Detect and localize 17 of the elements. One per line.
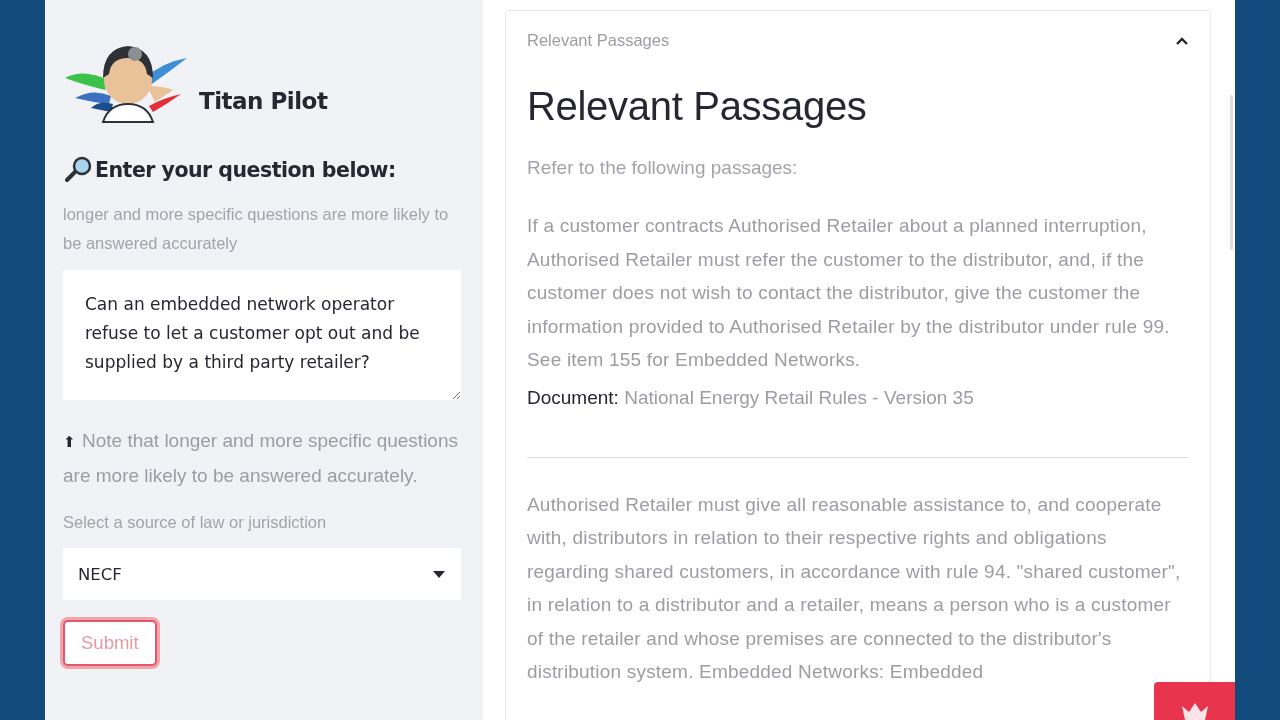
- passage-text: Authorised Retailer must give all reasonable assistance to, and cooperate with, distributors in relation to their respective rights and obligations regarding shared customers, in accordance with rule 94. "shared customer", in relation to a distributor and a retailer, means a person who is a customer of the retailer and whose premises are connected to the distributor's distribution system. Embedded Networks: Embedded: [527, 492, 1182, 684]
- intro-text: Refer to the following passages:: [527, 157, 799, 179]
- magnifier-icon: [63, 156, 93, 184]
- chevron-icon: [1175, 36, 1189, 45]
- source-select[interactable]: NECF: [63, 548, 461, 600]
- caret-icon: [433, 570, 445, 578]
- hint-text: longer and more specific questions are more likely to be answered accurately: [63, 204, 450, 254]
- app-badge[interactable]: [1154, 682, 1235, 720]
- source-label: Select a source of law or jurisdiction: [63, 513, 328, 532]
- passages-title: Relevant Passages: [527, 84, 868, 129]
- document-reference: Document: National Energy Retail Rules - Version 35: [527, 386, 975, 409]
- app-title: Titan Pilot: [199, 88, 328, 114]
- crown-icon: [1179, 702, 1210, 720]
- section-heading: Enter your question below:: [95, 158, 396, 182]
- question-field[interactable]: Can an embedded network operator refuse to let a customer opt out and be supplied by a third party retailer?: [63, 270, 461, 400]
- passage-text: If a customer contracts Authorised Retailer about a planned interruption, Authorised Retailer must refer the customer to the distributor, and, if the customer does not wish to contact the distributor, give the customer the information provided to Authorised Retailer by the distributor under rule 99. See item 155 for Embedded Networks.: [527, 214, 1171, 372]
- note-text: ⬆ Note that longer and more specific questions are more likely to be answered accurately.: [63, 429, 459, 488]
